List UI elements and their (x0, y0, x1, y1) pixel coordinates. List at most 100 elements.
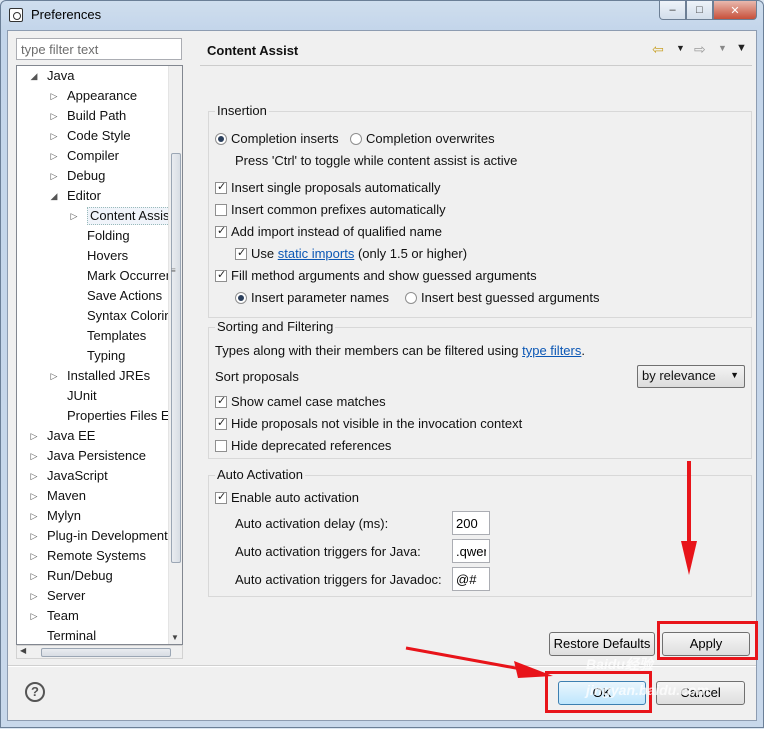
collapsed-arrow-icon[interactable]: ▷ (29, 526, 39, 546)
java-triggers-input[interactable] (452, 539, 490, 563)
checkbox-checked-icon (215, 416, 227, 430)
tree-item[interactable]: ▷ Mylyn (17, 506, 169, 526)
tree-item[interactable]: ▷ Appearance (17, 86, 169, 106)
watermark: Baidu经验 jingyan.baidu.com (586, 656, 709, 698)
tree-item-label: Folding (87, 228, 130, 243)
tree-item-label: Maven (47, 488, 87, 503)
tree-item[interactable]: JUnit (17, 386, 169, 406)
tree-item-label: Editor (67, 188, 101, 203)
tree-horizontal-scrollbar[interactable]: ◀ (16, 645, 183, 659)
title-bar[interactable]: Preferences – □ ✕ (1, 1, 763, 29)
forward-dropdown-icon[interactable]: ▼ (718, 43, 727, 53)
scroll-thumb[interactable] (171, 153, 181, 563)
tree-item[interactable]: ▷ Debug (17, 166, 169, 186)
tree-item[interactable]: Syntax Coloring (17, 306, 179, 326)
expanded-arrow-icon[interactable]: ◢ (49, 186, 59, 206)
tree-item[interactable]: ▷ Java EE (17, 426, 169, 446)
collapsed-arrow-icon[interactable]: ▷ (29, 606, 39, 626)
completion-overwrites-radio[interactable]: Completion overwrites (350, 131, 495, 146)
view-menu-icon[interactable]: ▼ (736, 42, 747, 54)
insertion-group: Insertion Completion inserts Completion … (208, 103, 752, 318)
collapsed-arrow-icon[interactable]: ▷ (29, 506, 39, 526)
collapsed-arrow-icon[interactable]: ▷ (49, 366, 59, 386)
tree-item[interactable]: ▷ Compiler (17, 146, 169, 166)
tree-item[interactable]: Mark Occurren (17, 266, 173, 286)
collapsed-arrow-icon[interactable]: ▷ (49, 126, 59, 146)
dialog-body: ◢ Java ▷ Appearance ▷ Build Path ▷ Code Style ▷ C… (7, 30, 757, 721)
tree-item[interactable]: Save Actions (17, 286, 169, 306)
collapsed-arrow-icon[interactable]: ▷ (69, 206, 79, 226)
enable-auto-activation-checkbox[interactable]: Enable auto activation (215, 490, 359, 505)
fill-method-args-checkbox[interactable]: Fill method arguments and show guessed a… (215, 268, 537, 283)
java-triggers-label: Auto activation triggers for Java: (235, 544, 421, 559)
page-title: Content Assist (207, 43, 299, 58)
eclipse-icon (9, 8, 23, 22)
checkbox-icon (215, 440, 227, 452)
collapsed-arrow-icon[interactable]: ▷ (29, 566, 39, 586)
radio-icon (405, 292, 417, 304)
tree-item[interactable]: ▷ Maven (17, 486, 169, 506)
camel-case-checkbox[interactable]: Show camel case matches (215, 394, 386, 409)
insert-param-names-radio[interactable]: Insert parameter names (235, 290, 389, 305)
help-icon[interactable]: ? (25, 682, 45, 702)
close-button[interactable]: ✕ (713, 1, 757, 20)
tree-item[interactable]: Folding (17, 226, 169, 246)
scroll-thumb-horizontal[interactable] (41, 648, 171, 657)
collapsed-arrow-icon[interactable]: ▷ (29, 426, 39, 446)
tree-item[interactable]: ▷ Server (17, 586, 169, 606)
scroll-down-icon[interactable]: ▼ (171, 633, 179, 642)
tree-item[interactable]: ▷ Remote Systems (17, 546, 169, 566)
static-imports-link[interactable]: static imports (278, 246, 355, 261)
javadoc-triggers-input[interactable] (452, 567, 490, 591)
hide-deprecated-checkbox[interactable]: Hide deprecated references (215, 438, 391, 453)
collapsed-arrow-icon[interactable]: ▷ (29, 546, 39, 566)
collapsed-arrow-icon[interactable]: ▷ (29, 486, 39, 506)
auto-activation-group: Auto Activation Enable auto activation A… (208, 467, 752, 597)
window-controls: – □ ✕ (659, 1, 757, 20)
tree-item[interactable]: ▷ JavaScript (17, 466, 169, 486)
collapsed-arrow-icon[interactable]: ▷ (49, 106, 59, 126)
tree-item[interactable]: ◢ Editor (17, 186, 169, 206)
maximize-button[interactable]: □ (686, 1, 713, 20)
minimize-button[interactable]: – (659, 1, 686, 20)
completion-inserts-radio[interactable]: Completion inserts (215, 131, 339, 146)
type-filters-link[interactable]: type filters (522, 343, 581, 358)
tree-item[interactable]: Hovers (17, 246, 169, 266)
tree-item[interactable]: ▷ Java Persistence (17, 446, 169, 466)
use-static-imports-checkbox[interactable]: Use static imports (only 1.5 or higher) (235, 246, 467, 261)
tree-item[interactable]: ▷ Code Style (17, 126, 169, 146)
collapsed-arrow-icon[interactable]: ▷ (49, 146, 59, 166)
add-import-checkbox[interactable]: Add import instead of qualified name (215, 224, 442, 239)
tree-item[interactable]: ▷ Plug-in Development (17, 526, 169, 546)
collapsed-arrow-icon[interactable]: ▷ (49, 86, 59, 106)
collapsed-arrow-icon[interactable]: ▷ (29, 586, 39, 606)
tree-item[interactable]: Properties Files Ed (17, 406, 177, 426)
forward-arrow-icon[interactable]: ⇨ (694, 41, 706, 58)
expanded-arrow-icon[interactable]: ◢ (29, 66, 39, 86)
insert-best-guessed-radio[interactable]: Insert best guessed arguments (405, 290, 600, 305)
tree-vertical-scrollbar[interactable]: ≡ ▼ (168, 66, 182, 644)
tree-item[interactable]: ▷ Team (17, 606, 169, 626)
delay-input[interactable] (452, 511, 490, 535)
tree-item[interactable]: ▷ Installed JREs (17, 366, 169, 386)
single-proposals-checkbox[interactable]: Insert single proposals automatically (215, 180, 441, 195)
tree-item-label: Content Assist (87, 207, 177, 225)
tree-item[interactable]: ◢ Java (17, 66, 169, 86)
collapsed-arrow-icon[interactable]: ▷ (49, 166, 59, 186)
back-dropdown-icon[interactable]: ▼ (676, 43, 685, 53)
tree-item[interactable]: ▷ Content Assist (17, 206, 177, 226)
collapsed-arrow-icon[interactable]: ▷ (29, 466, 39, 486)
back-arrow-icon[interactable]: ⇦ (652, 41, 664, 58)
tree-item[interactable]: ▷ Run/Debug (17, 566, 169, 586)
sort-proposals-select[interactable]: by relevance ▼ (637, 365, 745, 388)
tree-item[interactable]: Terminal (17, 626, 169, 644)
tree-item[interactable]: Typing (17, 346, 169, 366)
scroll-left-icon[interactable]: ◀ (20, 646, 26, 655)
tree-item[interactable]: ▷ Build Path (17, 106, 169, 126)
collapsed-arrow-icon[interactable]: ▷ (29, 446, 39, 466)
hide-not-visible-checkbox[interactable]: Hide proposals not visible in the invoca… (215, 416, 522, 431)
tree-item[interactable]: Templates (17, 326, 169, 346)
filter-input[interactable] (16, 38, 182, 60)
common-prefixes-checkbox[interactable]: Insert common prefixes automatically (215, 202, 446, 217)
preference-tree: ◢ Java ▷ Appearance ▷ Build Path ▷ Code Style ▷ C… (16, 65, 183, 645)
